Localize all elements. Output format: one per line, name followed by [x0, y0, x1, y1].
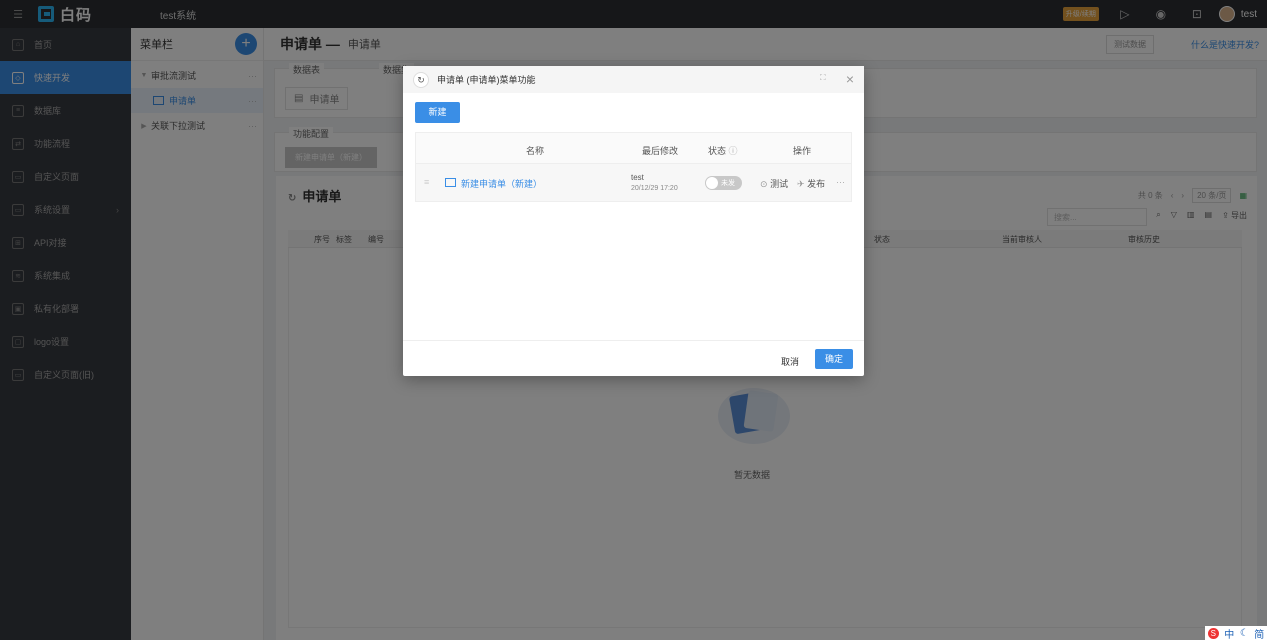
- drag-handle-icon[interactable]: ≡: [424, 177, 429, 187]
- toggle-text: 未发: [721, 180, 735, 187]
- ime-variant: 简: [1254, 629, 1265, 640]
- new-button[interactable]: 新建: [415, 102, 460, 123]
- ime-logo-icon: S: [1207, 627, 1219, 639]
- more-icon[interactable]: ···: [836, 177, 845, 187]
- close-icon[interactable]: ×: [846, 71, 854, 87]
- menu-function-modal: ↻ 申请单 (申请单)菜单功能 ⛶ × 新建 名称 最后修改 状态 ⓘ 操作 ≡…: [403, 66, 864, 376]
- column-header-name: 名称: [526, 146, 545, 156]
- cancel-button[interactable]: 取消: [781, 355, 799, 368]
- column-header-actions: 操作: [793, 146, 812, 156]
- status-toggle[interactable]: 未发: [705, 176, 742, 190]
- send-icon: ✈: [797, 179, 805, 189]
- test-icon: ⊙: [760, 179, 768, 189]
- modal-title: 申请单 (申请单)菜单功能: [437, 75, 536, 85]
- column-header-modified: 最后修改: [642, 146, 679, 156]
- publish-action[interactable]: ✈ 发布: [797, 177, 825, 190]
- column-header-status: 状态 ⓘ: [708, 146, 738, 156]
- function-table-header: 名称 最后修改 状态 ⓘ 操作: [415, 132, 852, 164]
- refresh-icon[interactable]: ↻: [413, 71, 429, 88]
- test-action[interactable]: ⊙ 测试: [760, 177, 788, 190]
- table-icon: [445, 178, 456, 187]
- toggle-knob: [706, 177, 718, 189]
- modified-user: test: [631, 173, 644, 182]
- help-icon[interactable]: ⓘ: [729, 146, 738, 156]
- function-name-link[interactable]: 新建申请单（新建）: [461, 177, 542, 190]
- modified-time: 20/12/29 17:20: [631, 185, 678, 192]
- fullscreen-icon[interactable]: ⛶: [820, 73, 830, 83]
- modal-footer: 取消 确定: [403, 340, 864, 376]
- ime-indicator[interactable]: S 中 ☾ 简: [1205, 626, 1267, 640]
- ime-mode: 中: [1224, 629, 1235, 640]
- moon-icon: ☾: [1239, 627, 1249, 639]
- confirm-button[interactable]: 确定: [815, 349, 853, 369]
- table-row[interactable]: ≡ 新建申请单（新建） test 20/12/29 17:20 未发 ⊙ 测试 …: [415, 164, 852, 202]
- function-table: 名称 最后修改 状态 ⓘ 操作 ≡ 新建申请单（新建） test 20/12/2…: [415, 132, 852, 202]
